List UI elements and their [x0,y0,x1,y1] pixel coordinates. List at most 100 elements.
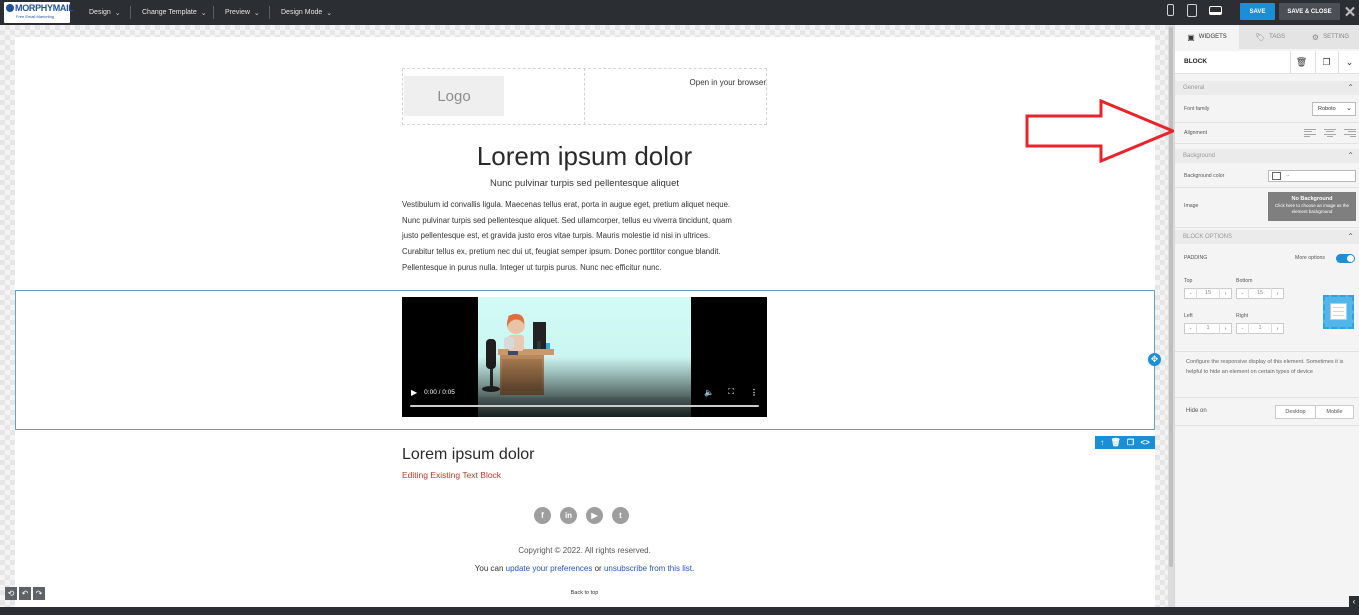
minus-icon[interactable]: - [1185,288,1196,299]
twitter-icon[interactable]: t [612,507,629,524]
minus-icon[interactable]: - [1237,288,1248,299]
linkedin-icon[interactable]: in [560,507,577,524]
more-options-icon[interactable]: ⋮ [750,388,758,397]
code-icon[interactable]: <> [1140,436,1149,449]
move-handle-icon[interactable]: ✥ [1148,353,1161,366]
align-right-icon[interactable] [1344,129,1356,137]
panel-tabs: ▣ WIDGETS 🏷 TAGS ⚙ SETTING [1175,25,1359,49]
redo-icon[interactable]: ↷ [33,587,45,600]
open-in-browser-link[interactable]: Open in your browser [660,78,766,87]
mobile-view-icon[interactable] [1167,4,1174,16]
chevron-down-icon: ⌄ [114,9,121,17]
section-general-header[interactable]: General ⌃ [1175,81,1359,95]
fullscreen-icon[interactable]: ⛶ [728,387,734,397]
section-block-options-header[interactable]: BLOCK OPTIONS ⌃ [1175,230,1359,244]
tablet-view-icon[interactable] [1187,4,1197,17]
trash-icon[interactable]: 🗑 [1290,51,1312,74]
responsive-note: Configure the responsive display of this… [1186,359,1344,375]
padding-bottom-stepper[interactable]: -15 › [1236,288,1284,299]
update-preferences-link[interactable]: update your preferences [506,564,593,573]
plus-icon[interactable]: › [1220,288,1231,299]
font-family-select[interactable]: Roboto ⌄ [1312,102,1356,116]
facebook-icon[interactable]: f [534,507,551,524]
header-column-divider [584,68,585,125]
padding-left-stepper[interactable]: -1 › [1184,323,1232,334]
plus-icon[interactable]: › [1220,323,1231,334]
youtube-icon[interactable]: ▶ [586,507,603,524]
divider [1175,227,1359,228]
save-and-close-button[interactable]: SAVE & CLOSE [1279,3,1340,20]
tab-setting[interactable]: ⚙ SETTING [1301,25,1359,49]
plus-icon[interactable]: › [1272,288,1283,299]
logo-placeholder[interactable]: Logo [404,76,504,116]
chevron-down-icon[interactable]: ⌄ [1338,51,1359,74]
divider [269,6,270,19]
align-left-icon[interactable] [1304,129,1316,137]
body-line: justo pellentesque est, et gravida justo… [402,231,711,241]
desktop-view-icon[interactable] [1209,6,1222,15]
background-color-label: Background color [1184,173,1225,179]
background-color-picker[interactable]: -- [1268,170,1356,182]
video-progress-bar[interactable] [410,405,759,407]
close-icon[interactable]: ✕ [1343,2,1357,22]
email-headline[interactable]: Lorem ipsum dolor [402,141,767,172]
hide-on-desktop-button[interactable]: Desktop [1275,405,1316,419]
status-bar [0,607,1359,615]
email-subheading[interactable]: Nunc pulvinar turpis sed pellentesque al… [402,178,767,189]
unsubscribe-link[interactable]: unsubscribe from this list [604,564,692,573]
brand-name: MORPHYMAIL [15,3,74,13]
alignment-label: Alignment [1184,130,1208,136]
video-player[interactable]: ▶ 0:00 / 0:05 🔈 ⛶ ⋮ [402,297,767,417]
undo-icon[interactable]: ↶ [19,587,31,600]
chevron-up-icon: ⌃ [1347,83,1354,92]
more-options-toggle[interactable] [1336,254,1355,263]
save-button[interactable]: SAVE [1240,3,1275,20]
volume-icon[interactable]: 🔈 [704,388,714,397]
editing-note[interactable]: Editing Existing Text Block [402,470,501,480]
divider [1175,397,1359,398]
back-to-top-link[interactable]: Back to top [402,590,767,596]
image-label: Image [1184,203,1199,209]
minus-icon[interactable]: - [1237,323,1248,334]
text-block-heading[interactable]: Lorem ipsum dolor [402,446,535,464]
duplicate-icon[interactable]: ❐ [1127,436,1134,449]
padding-top-stepper[interactable]: -15 › [1184,288,1232,299]
app-logo[interactable]: MORPHYMAIL Free Email Marketing [4,2,74,23]
video-time: 0:00 / 0:05 [424,388,455,396]
divider [1175,143,1359,144]
email-body-text[interactable]: Vestibulum id convallis ligula. Maecenas… [402,197,768,276]
copyright-text: Copyright © 2022. All rights reserved. [518,546,651,555]
block-header: BLOCK 🗑 ❐ ⌄ [1175,51,1359,74]
chevron-down-icon: ⌄ [326,9,333,17]
alignment-options [1304,129,1356,137]
divider [1175,351,1359,352]
properties-panel: ▣ WIDGETS 🏷 TAGS ⚙ SETTING BLOCK 🗑 ❐ ⌄ Gene… [1174,25,1359,607]
gear-icon: ⚙ [1311,32,1320,42]
menu-design[interactable]: Design ⌄ [89,0,121,25]
background-image-picker[interactable]: No Background Click here to choose an im… [1268,192,1356,221]
menu-change-template[interactable]: Change Template ⌄ [142,0,207,25]
menu-design-mode[interactable]: Design Mode ⌄ [281,0,332,25]
copy-icon[interactable]: ❐ [1315,51,1337,74]
hide-on-mobile-button[interactable]: Mobile [1315,405,1354,419]
move-up-icon[interactable]: ↑ [1100,436,1104,449]
align-center-icon[interactable] [1324,129,1336,137]
delete-icon[interactable]: 🗑 [1110,436,1120,449]
plus-icon[interactable]: › [1272,323,1283,334]
minus-icon[interactable]: - [1185,323,1196,334]
chevron-up-icon: ⌃ [1347,232,1354,241]
widgets-icon: ▣ [1187,32,1195,42]
section-background-header[interactable]: Background ⌃ [1175,149,1359,163]
padding-bottom-label: Bottom [1236,278,1253,284]
collapse-panel-icon[interactable]: ‹ [1349,596,1359,607]
video-controls: ▶ 0:00 / 0:05 🔈 ⛶ ⋮ [402,385,767,399]
play-icon[interactable]: ▶ [411,388,417,397]
tab-widgets[interactable]: ▣ WIDGETS [1175,25,1239,49]
padding-right-stepper[interactable]: -1 › [1236,323,1284,334]
divider [213,6,214,19]
tab-tags[interactable]: 🏷 TAGS [1239,25,1301,49]
menu-preview[interactable]: Preview ⌄ [225,0,260,25]
padding-right-label: Right [1236,313,1249,319]
history-icon[interactable]: ⟲ [5,587,17,600]
body-line: Vestibulum id convallis ligula. Maecenas… [402,200,731,209]
